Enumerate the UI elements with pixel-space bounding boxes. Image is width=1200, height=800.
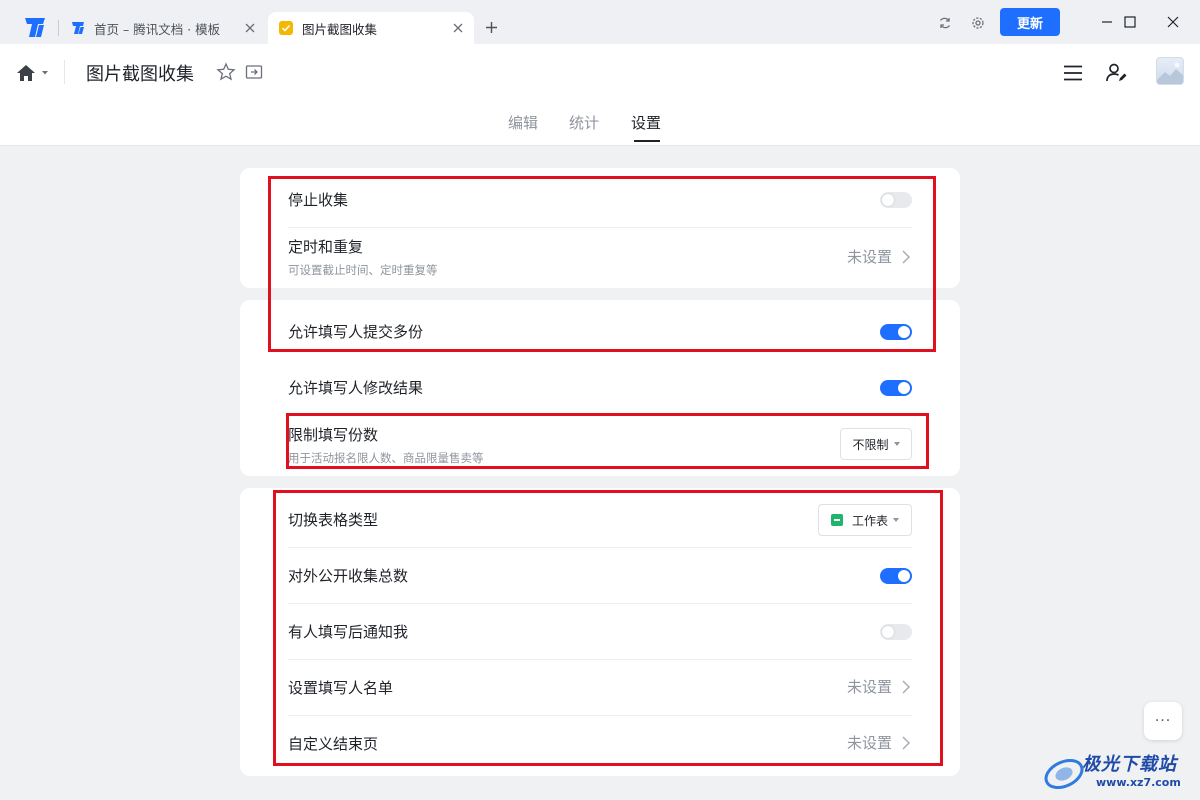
chevron-right-icon [902,736,910,749]
setting-row-multi-submit: 允许填写人提交多份 [288,318,912,346]
setting-title: 有人填写后通知我 [288,623,409,641]
home-icon [17,65,35,81]
tencent-docs-tab-icon [72,22,84,34]
notify-me-toggle[interactable] [880,624,912,640]
row-divider [288,715,912,716]
row-divider [288,227,912,228]
browser-tab-bar: 首页 – 腾讯文档 · 模板 图片截图收集 更新 [0,0,1200,44]
setting-title: 自定义结束页 [288,735,379,753]
document-header: 图片截图收集 编辑 统计 设置 [0,44,1200,146]
multi-submit-toggle[interactable] [880,324,912,340]
close-window-icon[interactable] [1150,8,1196,36]
timing-value-text: 未设置 [846,248,892,266]
tab-home-templates[interactable]: 首页 – 腾讯文档 · 模板 [60,12,266,44]
tab-label: 图片截图收集 [302,21,378,37]
settings-card-collection: 停止收集 定时和重复 可设置截止时间、定时重复等 未设置 [240,168,960,288]
filler-list-value-text: 未设置 [846,678,892,696]
more-options-button[interactable]: ··· [1144,702,1182,740]
avatar[interactable] [1156,57,1184,85]
setting-title: 定时和重复 [288,238,364,256]
setting-title: 限制填写份数 [288,426,379,444]
setting-row-end-page[interactable]: 自定义结束页 未设置 [288,730,912,758]
filler-list-value[interactable]: 未设置 [847,676,912,697]
dropdown-value: 工作表 [851,513,888,528]
tencent-docs-logo-icon[interactable] [22,14,48,40]
settings-gear-icon[interactable] [967,12,989,34]
dropdown-value: 不限制 [852,437,889,452]
setting-row-modify-result: 允许填写人修改结果 [288,374,912,402]
setting-title: 对外公开收集总数 [288,567,409,585]
setting-title: 停止收集 [288,191,349,209]
header-divider [64,60,65,84]
tab-statistics[interactable]: 统计 [569,112,599,133]
tab-image-collection[interactable]: 图片截图收集 [268,12,474,44]
setting-row-limit-count: 限制填写份数 用于活动报名限人数、商品限量售卖等 不限制 [288,422,912,466]
table-type-dropdown[interactable]: 工作表 [818,504,912,536]
home-menu-button[interactable] [16,62,52,84]
setting-row-table-type: 切换表格类型 工作表 [288,504,912,536]
row-divider [288,547,912,548]
tab-separator [58,20,59,36]
move-to-folder-icon[interactable] [244,62,264,82]
setting-row-stop-collect: 停止收集 [288,186,912,214]
document-title[interactable]: 图片截图收集 [86,60,194,86]
hamburger-menu-icon[interactable] [1062,62,1084,84]
star-icon[interactable] [216,62,236,82]
watermark-url: www.xz7.com [1096,776,1181,789]
update-button[interactable]: 更新 [1000,8,1060,36]
form-doc-icon [279,21,293,35]
setting-row-timing[interactable]: 定时和重复 可设置截止时间、定时重复等 未设置 [288,234,912,278]
tab-edit[interactable]: 编辑 [508,112,538,133]
sheet-icon [830,514,843,526]
modify-result-toggle[interactable] [880,380,912,396]
setting-title: 允许填写人提交多份 [288,323,424,341]
tab-label: 首页 – 腾讯文档 · 模板 [94,21,221,37]
chevron-right-icon [902,250,910,263]
tab-settings[interactable]: 设置 [631,112,661,133]
row-divider [288,603,912,604]
close-tab-icon[interactable] [446,16,470,40]
setting-row-notify-me: 有人填写后通知我 [288,618,912,646]
setting-title: 切换表格类型 [288,511,379,529]
timing-value[interactable]: 未设置 [847,246,912,267]
caret-down-icon [893,442,900,446]
chevron-right-icon [902,680,910,693]
settings-card-display: 切换表格类型 工作表 对外公开收集总数 有人填写后通知我 设置填写人名单 未设置… [240,488,960,776]
end-page-value-text: 未设置 [846,734,892,752]
setting-row-filler-list[interactable]: 设置填写人名单 未设置 [288,674,912,702]
new-tab-icon[interactable] [480,16,502,38]
setting-subtitle: 用于活动报名限人数、商品限量售卖等 [288,451,484,465]
caret-down-icon [893,518,899,522]
watermark-text: 极光下载站 [1082,754,1177,775]
setting-subtitle: 可设置截止时间、定时重复等 [288,263,438,277]
view-tabs: 编辑 统计 设置 [0,110,1200,146]
close-tab-icon[interactable] [238,16,262,40]
maximize-icon[interactable] [1107,8,1153,36]
setting-title: 设置填写人名单 [288,679,394,697]
limit-count-dropdown[interactable]: 不限制 [840,428,912,460]
settings-card-submission: 允许填写人提交多份 允许填写人修改结果 限制填写份数 用于活动报名限人数、商品限… [240,300,960,476]
active-tab-underline [634,140,660,142]
sync-icon[interactable] [934,12,956,34]
end-page-value[interactable]: 未设置 [847,732,912,753]
chevron-down-icon [42,71,48,75]
stop-collect-toggle[interactable] [880,192,912,208]
setting-row-public-total: 对外公开收集总数 [288,562,912,590]
public-total-toggle[interactable] [880,568,912,584]
row-divider [288,659,912,660]
collaborator-icon[interactable] [1104,61,1128,85]
setting-title: 允许填写人修改结果 [288,379,424,397]
